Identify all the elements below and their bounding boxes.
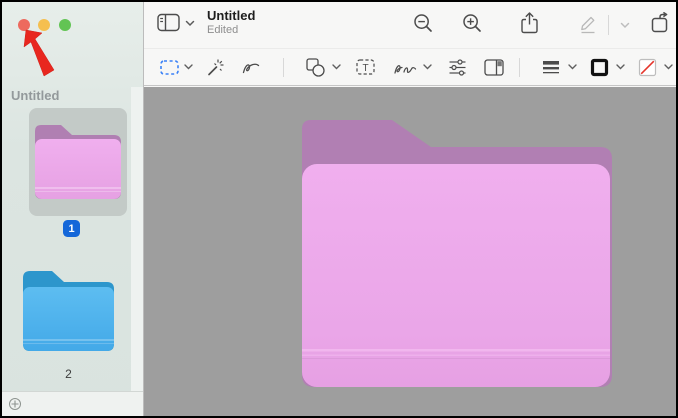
fill-color-button[interactable] [638,58,657,77]
chevron-down-icon [332,64,341,70]
shape-style-button[interactable] [542,60,560,75]
signature-icon [394,65,417,74]
page-number-badge: 1 [63,220,80,237]
rotate-button[interactable] [650,12,671,34]
chevron-down-icon [423,64,432,70]
selection-tool-chevron[interactable] [184,64,193,70]
markup-button[interactable] [578,13,598,34]
sidebar-toggle-icon [157,13,180,32]
zoom-in-button[interactable] [462,13,483,34]
shape-style-chevron[interactable] [568,64,577,70]
markup-pencil-icon [581,16,595,34]
preview-window: Untitled 1 2 Untitled Edited T [0,0,678,418]
add-page-button[interactable] [9,398,21,410]
chevron-down-icon [568,64,577,70]
border-color-chevron[interactable] [616,64,625,70]
chevron-down-icon [616,64,625,70]
sign-tool-chevron[interactable] [423,64,432,70]
sidebar: Untitled 1 2 [2,2,144,416]
document-canvas[interactable] [144,87,676,416]
zoom-out-icon [414,14,432,32]
red-arrow-annotation [23,29,55,77]
page-number-label: 2 [65,367,72,381]
zoom-out-button[interactable] [413,13,434,34]
thumbnail-page-2[interactable] [22,269,115,352]
sidebar-toggle-button[interactable] [157,13,180,32]
fill-color-chevron[interactable] [664,64,673,70]
instant-alpha-button[interactable] [206,58,225,77]
titlebar: Untitled Edited [144,2,676,49]
no-fill-icon [638,58,657,77]
folder-image [302,120,612,387]
chevron-down-icon [664,64,673,70]
markup-divider [519,58,520,77]
plus-icon [11,400,19,408]
adjust-color-button[interactable] [448,58,467,77]
sidebar-menu-chevron[interactable] [185,20,195,27]
document-status: Edited [207,24,239,36]
adjust-sliders-icon [449,59,466,76]
border-color-button[interactable] [590,58,609,77]
share-icon [521,12,538,34]
sign-tool-button[interactable] [394,61,417,75]
sketch-icon [242,63,260,74]
svg-text:T: T [362,63,368,74]
sketch-tool-button[interactable] [242,61,260,74]
border-color-icon [590,58,609,77]
markup-menu-chevron[interactable] [620,22,630,29]
markup-toolbar: T [144,49,676,86]
share-button[interactable] [520,11,539,35]
chevron-down-icon [620,22,630,29]
text-box-icon: T [356,59,375,75]
rectangular-selection-icon [160,60,179,75]
text-tool-button[interactable]: T [356,59,375,75]
rotate-page-icon [651,12,668,33]
shapes-icon [306,58,325,77]
line-weight-icon [543,61,559,74]
titlebar-divider [608,15,609,35]
sidebar-document-header: Untitled [11,88,60,103]
document-title: Untitled [207,8,256,23]
markup-divider [283,58,284,77]
document-title-block: Untitled Edited [207,8,255,37]
chevron-down-icon [184,64,193,70]
crop-button[interactable] [484,59,504,76]
thumbnail-page-1[interactable] [34,123,122,200]
selection-tool-button[interactable] [160,60,179,75]
shapes-tool-chevron[interactable] [332,64,341,70]
crop-panel-icon [484,59,504,76]
main-area: Untitled Edited T [144,2,676,416]
zoom-in-icon [463,14,481,32]
sidebar-footer [2,391,143,416]
instant-alpha-wand-icon [208,59,224,76]
chevron-down-icon [185,20,195,27]
sidebar-scroll-gutter [131,87,143,395]
shapes-tool-button[interactable] [306,58,325,77]
